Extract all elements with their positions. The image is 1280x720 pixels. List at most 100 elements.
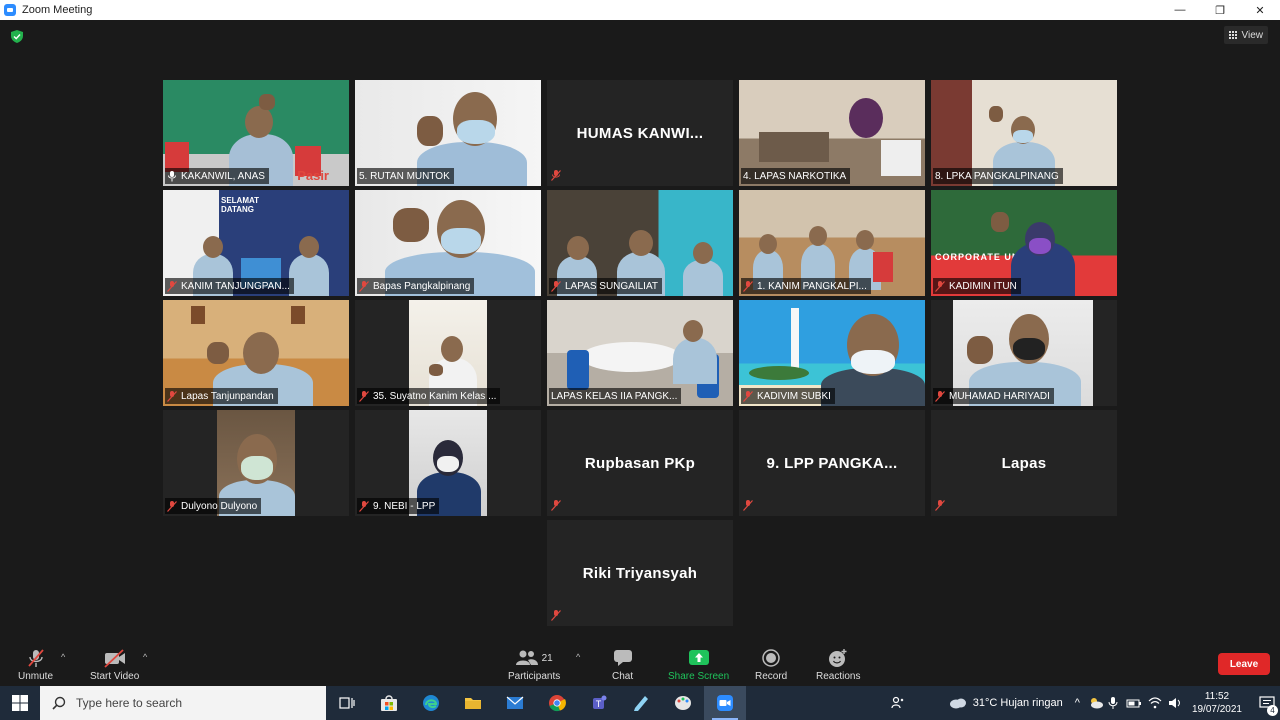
participant-name-text: Lapas — [1001, 454, 1047, 472]
participant-label: LAPAS SUNGAILIAT — [549, 278, 662, 294]
backdrop-text: SELAMAT DATANG — [221, 196, 260, 214]
participants-count: 21 — [541, 652, 553, 664]
start-video-button[interactable]: Start Video — [90, 647, 139, 682]
cloud-icon — [949, 698, 966, 709]
participants-caret-icon[interactable]: ^ — [576, 652, 580, 662]
video-tile[interactable]: KADIVIM SUBKI — [739, 300, 925, 406]
unmute-button[interactable]: Unmute — [18, 647, 53, 682]
muted-mic-icon — [167, 390, 177, 402]
taskbar-clock[interactable]: 11:52 19/07/2021 — [1192, 690, 1242, 716]
taskbar-search-box[interactable]: Type here to search — [40, 686, 326, 720]
taskbar-app-edge[interactable] — [410, 686, 452, 720]
reactions-button[interactable]: Reactions — [816, 647, 860, 682]
participant-label: KANIM TANJUNGPAN... — [165, 278, 294, 294]
search-placeholder: Type here to search — [76, 696, 183, 710]
taskbar-app-chrome[interactable] — [536, 686, 578, 720]
video-tile[interactable]: Lapas Tanjunpandan — [163, 300, 349, 406]
participant-label: MUHAMAD HARIYADI — [933, 388, 1054, 404]
video-tile[interactable]: Lapas — [931, 410, 1117, 516]
video-tile[interactable]: HUMAS KANWI... — [547, 80, 733, 186]
meeting-toolbar: Unmute ^ Start Video ^ 21 Participants ^… — [0, 640, 1280, 686]
video-tile[interactable]: Bapas Pangkalpinang — [355, 190, 541, 296]
video-tile[interactable]: Riki Triyansyah — [547, 520, 733, 626]
video-tile[interactable]: Rupbasan PKp — [547, 410, 733, 516]
video-tile[interactable]: SELAMAT DATANG KANIM TANJUNGPAN... — [163, 190, 349, 296]
weather-widget[interactable]: 31°C Hujan ringan — [949, 696, 1063, 710]
leave-button[interactable]: Leave — [1218, 653, 1270, 675]
taskbar-app-store[interactable] — [368, 686, 410, 720]
audio-options-caret-icon[interactable]: ^ — [61, 652, 65, 662]
participant-label: Lapas Tanjunpandan — [165, 388, 278, 404]
muted-mic-icon — [551, 170, 561, 181]
participant-label: 9. NEBI - LPP — [357, 498, 440, 514]
muted-mic-icon — [359, 500, 369, 512]
muted-mic-icon — [359, 390, 369, 402]
participant-label: Bapas Pangkalpinang — [357, 278, 475, 294]
volume-icon[interactable] — [1168, 697, 1182, 709]
video-tile[interactable]: 4. LAPAS NARKOTIKA — [739, 80, 925, 186]
muted-mic-icon — [551, 500, 561, 511]
microphone-icon[interactable] — [1108, 696, 1118, 710]
close-button[interactable]: ✕ — [1240, 0, 1280, 20]
taskbar-app-teams[interactable]: T — [578, 686, 620, 720]
video-tile[interactable]: LAPAS KELAS IIA PANGK... — [547, 300, 733, 406]
wifi-icon[interactable] — [1148, 697, 1162, 709]
video-tile[interactable]: 9. NEBI - LPP — [355, 410, 541, 516]
muted-mic-icon — [551, 610, 561, 621]
weather-text: 31°C Hujan ringan — [972, 697, 1063, 709]
taskbar-app-mail[interactable] — [494, 686, 536, 720]
video-off-icon — [104, 649, 125, 668]
participant-name-text: 9. LPP PANGKA... — [766, 454, 898, 472]
share-screen-button[interactable]: Share Screen — [668, 647, 729, 682]
maximize-button[interactable]: ❐ — [1200, 0, 1240, 20]
window-titlebar: Zoom Meeting — ❐ ✕ — [0, 0, 1280, 20]
chat-button[interactable]: Chat — [612, 647, 633, 682]
participant-label: Dulyono Dulyono — [165, 498, 262, 514]
video-tile[interactable]: 9. LPP PANGKA... — [739, 410, 925, 516]
encryption-shield-icon[interactable] — [11, 30, 23, 43]
video-tile[interactable]: Dulyono Dulyono — [163, 410, 349, 516]
grid-icon — [1228, 30, 1238, 40]
notification-center-button[interactable]: 4 — [1254, 686, 1280, 720]
muted-microphone-icon — [27, 649, 44, 667]
taskbar-app-zoom[interactable] — [704, 686, 746, 720]
video-tile[interactable]: Pasir KAKANWIL, ANAS — [163, 80, 349, 186]
video-tile[interactable]: 35. Suyatno Kanim Kelas ... — [355, 300, 541, 406]
task-view-icon — [339, 697, 355, 709]
participant-label: 8. LPKA PANGKALPINANG — [933, 168, 1063, 184]
notes-icon — [634, 696, 648, 711]
video-tile[interactable]: MUHAMAD HARIYADI — [931, 300, 1117, 406]
record-button[interactable]: Record — [755, 647, 787, 682]
weather-tray-icon[interactable] — [1088, 696, 1104, 710]
participants-button[interactable]: 21 Participants — [508, 647, 560, 682]
participant-label: KADIMIN ITUN — [933, 278, 1021, 294]
windows-logo-icon — [12, 695, 28, 711]
view-button[interactable]: View — [1223, 26, 1268, 44]
window-title: Zoom Meeting — [22, 4, 93, 16]
minimize-button[interactable]: — — [1160, 0, 1200, 20]
participant-name-text: HUMAS KANWI... — [576, 124, 704, 142]
muted-mic-icon — [935, 500, 945, 511]
paint-icon — [675, 696, 691, 710]
people-button[interactable] — [883, 686, 913, 720]
muted-mic-icon — [935, 390, 945, 402]
participant-name-text: Rupbasan PKp — [584, 454, 696, 472]
taskbar-app-file-explorer[interactable] — [452, 686, 494, 720]
view-button-label: View — [1241, 29, 1264, 41]
video-tile[interactable]: 5. RUTAN MUNTOK — [355, 80, 541, 186]
chevron-up-icon[interactable]: ^ — [1075, 697, 1080, 709]
taskbar-app-paint[interactable] — [662, 686, 704, 720]
chrome-icon — [549, 695, 566, 712]
taskbar-app-notes[interactable] — [620, 686, 662, 720]
start-button[interactable] — [0, 686, 40, 720]
clock-time: 11:52 — [1204, 691, 1230, 702]
video-tile[interactable]: 8. LPKA PANGKALPINANG — [931, 80, 1117, 186]
video-tile[interactable]: CORPORATE UNIVERSITY KADIMIN ITUN — [931, 190, 1117, 296]
video-tile[interactable]: 1. KANIM PANGKALPI... — [739, 190, 925, 296]
backdrop-text: Pasir — [297, 168, 329, 183]
participant-label: KAKANWIL, ANAS — [165, 168, 269, 184]
video-options-caret-icon[interactable]: ^ — [143, 652, 147, 662]
battery-icon[interactable] — [1126, 698, 1142, 708]
video-tile[interactable]: LAPAS SUNGAILIAT — [547, 190, 733, 296]
task-view-button[interactable] — [326, 686, 368, 720]
